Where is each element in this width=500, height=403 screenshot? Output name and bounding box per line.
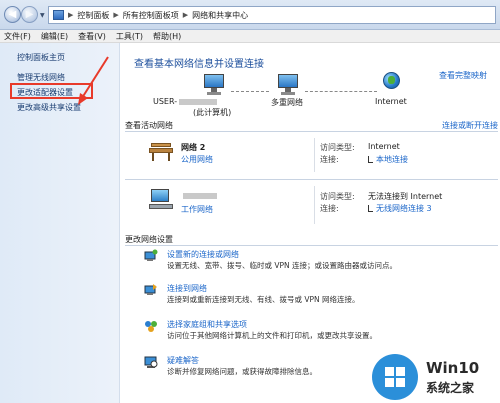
work-network-computer-icon [149, 189, 173, 211]
menu-help[interactable]: 帮助(H) [153, 31, 181, 42]
network-name [181, 191, 219, 200]
main-content: 查看基本网络信息并设置连接 查看完整映射 USER- (此计算机) 多重网络 I… [121, 43, 500, 403]
internet-globe-icon [383, 72, 400, 89]
address-field[interactable]: ▶ 控制面板 ▶ 所有控制面板项 ▶ 网络和共享中心 [48, 6, 496, 24]
divider [125, 131, 498, 132]
task-description: 诊断并修复网络问题，或获得故障排除信息。 [167, 367, 317, 376]
multiple-networks-icon [275, 74, 301, 96]
sidebar-item-control-panel-home[interactable]: 控制面板主页 [17, 52, 65, 63]
chevron-right-icon[interactable]: ▶ [68, 11, 73, 19]
wireless-signal-icon [368, 205, 373, 212]
task-description: 设置无线、宽带、拨号、临时或 VPN 连接；或设置路由器或访问点。 [167, 261, 398, 270]
internet-label: Internet [375, 97, 407, 106]
address-bar-area: ◀ ▶ ▼ ▶ 控制面板 ▶ 所有控制面板项 ▶ 网络和共享中心 [0, 0, 500, 30]
menu-edit[interactable]: 编辑(E) [41, 31, 68, 42]
access-type-value: 无法连接到 Internet [368, 192, 443, 201]
task-item: 连接到网络 连接到或重新连接到无线、有线、拨号或 VPN 网络连接。 [141, 283, 491, 309]
history-dropdown-icon[interactable]: ▼ [40, 12, 45, 19]
task-description: 访问位于其他网络计算机上的文件和打印机，或更改共享设置。 [167, 331, 377, 340]
redacted-network-name [183, 192, 217, 199]
highlight-box [10, 83, 93, 99]
redacted-name [179, 98, 218, 105]
connection-label: 连接: [320, 155, 339, 164]
computer-icon [201, 74, 227, 96]
active-networks-title: 查看活动网络 [125, 121, 173, 130]
sidebar-item-manage-wireless[interactable]: 管理无线网络 [17, 72, 65, 83]
network-item: 网络 2 公用网络 访问类型: Internet 连接: 本地连接 [121, 135, 500, 175]
public-network-bench-icon [149, 143, 173, 161]
connection-link[interactable]: 无线网络连接 3 [368, 203, 432, 214]
new-connection-icon [144, 249, 158, 261]
network-type-link[interactable]: 公用网络 [181, 154, 213, 165]
wired-connection-icon [368, 156, 373, 163]
back-button[interactable]: ◀ [4, 6, 21, 23]
connect-network-icon [144, 284, 157, 295]
breadcrumb-control-panel[interactable]: 控制面板 [77, 10, 109, 21]
page-title: 查看基本网络信息并设置连接 [134, 59, 264, 70]
network-name: 网络 2 [181, 143, 206, 152]
windows-logo-icon [372, 354, 418, 400]
menu-view[interactable]: 查看(V) [78, 31, 106, 42]
connection-name: 无线网络连接 3 [376, 204, 432, 213]
homegroup-icon [145, 321, 157, 332]
access-type-label: 访问类型: [320, 192, 355, 201]
computer-name-prefix: USER- [153, 97, 178, 106]
network-item: 工作网络 访问类型: 无法连接到 Internet 连接: 无线网络连接 3 [121, 183, 500, 227]
control-panel-icon [53, 10, 64, 20]
watermark: Win10 系统之家 [372, 352, 500, 403]
task-item: 设置新的连接或网络 设置无线、宽带、拨号、临时或 VPN 连接；或设置路由器或访… [141, 249, 491, 275]
multiple-networks-label: 多重网络 [271, 98, 303, 107]
access-type-label: 访问类型: [320, 143, 355, 152]
breadcrumb-network-center[interactable]: 网络和共享中心 [192, 10, 248, 21]
divider [125, 179, 498, 180]
menu-tools[interactable]: 工具(T) [116, 31, 143, 42]
watermark-line2: 系统之家 [426, 381, 475, 395]
divider [314, 138, 315, 172]
sidebar: 控制面板主页 管理无线网络 更改适配器设置 更改高级共享设置 [0, 43, 120, 403]
map-link-line [231, 91, 269, 92]
map-link-line [305, 91, 377, 92]
menu-file[interactable]: 文件(F) [4, 31, 31, 42]
chevron-right-icon[interactable]: ▶ [183, 11, 188, 19]
access-type-value: Internet [368, 142, 400, 151]
divider [125, 245, 498, 246]
computer-name: USER- [153, 97, 219, 106]
breadcrumb-all-items[interactable]: 所有控制面板项 [123, 10, 179, 21]
task-item: 选择家庭组和共享选项 访问位于其他网络计算机上的文件和打印机，或更改共享设置。 [141, 319, 491, 345]
connect-to-network-link[interactable]: 连接到网络 [167, 283, 207, 294]
divider [314, 186, 315, 224]
computer-sub-label: (此计算机) [193, 108, 232, 117]
setup-connection-link[interactable]: 设置新的连接或网络 [167, 249, 239, 260]
forward-button[interactable]: ▶ [21, 6, 38, 23]
menu-bar: 文件(F) 编辑(E) 查看(V) 工具(T) 帮助(H) [0, 30, 500, 43]
troubleshoot-link[interactable]: 疑难解答 [167, 355, 199, 366]
connect-disconnect-link[interactable]: 连接或断开连接 [442, 120, 498, 131]
troubleshoot-icon [144, 356, 158, 368]
chevron-right-icon[interactable]: ▶ [113, 11, 118, 19]
sidebar-item-advanced-sharing[interactable]: 更改高级共享设置 [17, 102, 81, 113]
network-type-link[interactable]: 工作网络 [181, 204, 213, 215]
task-description: 连接到或重新连接到无线、有线、拨号或 VPN 网络连接。 [167, 295, 360, 304]
connection-label: 连接: [320, 204, 339, 213]
change-settings-title: 更改网络设置 [125, 235, 173, 244]
connection-name: 本地连接 [376, 155, 408, 164]
connection-link[interactable]: 本地连接 [368, 154, 408, 165]
watermark-line1: Win10 [426, 359, 480, 377]
homegroup-sharing-link[interactable]: 选择家庭组和共享选项 [167, 319, 247, 330]
